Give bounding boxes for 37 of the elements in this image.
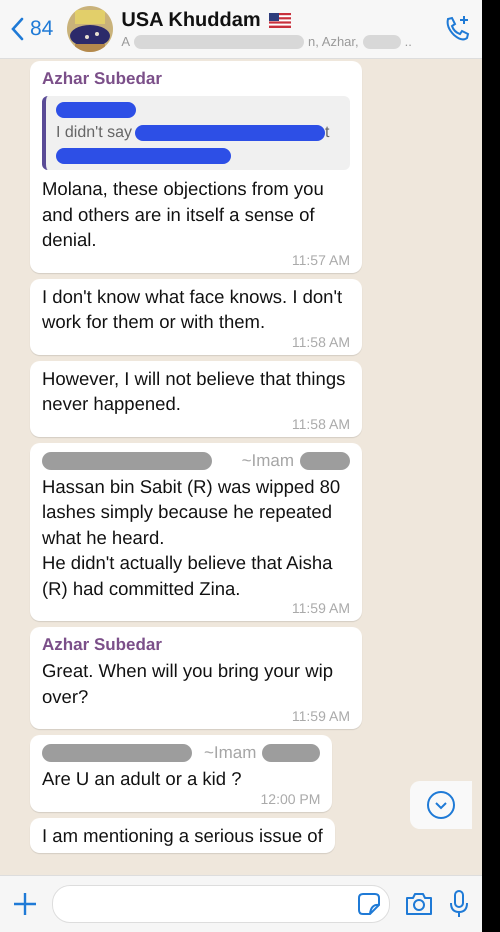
redaction-mark xyxy=(262,744,320,762)
microphone-icon[interactable] xyxy=(448,889,470,919)
message-time: 12:00 PM xyxy=(260,792,320,806)
flag-icon xyxy=(268,13,291,28)
message-text: I am mentioning a serious issue of xyxy=(42,824,323,848)
sticker-icon[interactable] xyxy=(357,892,381,916)
message-input[interactable] xyxy=(52,885,390,923)
message-text: Great. When will you bring your wip over? xyxy=(42,659,334,708)
message-time: 11:59 AM xyxy=(292,709,350,724)
redaction-mark xyxy=(362,34,401,48)
chevron-down-icon xyxy=(426,790,456,820)
quoted-message[interactable]: I didn't say t xyxy=(42,96,350,170)
scroll-down-button[interactable] xyxy=(410,781,472,829)
message-text: I don't know what face knows. I don't work for them or with them. xyxy=(42,284,344,334)
message-text: Molana, these objections from you and others are in itself a sense of denial. xyxy=(42,177,325,252)
redaction-mark xyxy=(300,452,350,470)
message-time: 11:58 AM xyxy=(292,334,350,350)
member-list: n, Azhar, xyxy=(308,34,359,49)
message-time: 11:59 AM xyxy=(292,601,350,616)
message-text: However, I will not believe that things never happened. xyxy=(42,366,346,416)
message-time: 11:58 AM xyxy=(292,416,350,432)
sender-name: Azhar Subedar xyxy=(42,68,163,90)
sender-handle: ~Imam xyxy=(204,742,256,764)
quote-text: I didn't say xyxy=(56,123,132,143)
plus-icon[interactable] xyxy=(12,891,38,917)
quote-text: t xyxy=(324,123,330,143)
message-text: Are U an adult or a kid ? xyxy=(42,767,242,791)
back-button[interactable]: 84 xyxy=(10,17,54,41)
sender-handle: ~Imam xyxy=(242,450,294,472)
member-list: .. xyxy=(404,34,412,49)
message-time: 11:57 AM xyxy=(292,252,350,268)
sender-name: Azhar Subedar xyxy=(42,634,163,656)
member-list: A xyxy=(121,34,130,49)
back-chevron-icon xyxy=(10,17,24,41)
chat-title[interactable]: USA Khuddam xyxy=(121,9,261,32)
message-text: Hassan bin Sabit (R) was wipped 80 lashes simply because he repeated what he heard. He didn't actually believe that Aisha (R) had committed Zina. xyxy=(42,474,342,601)
camera-icon[interactable] xyxy=(404,891,434,917)
